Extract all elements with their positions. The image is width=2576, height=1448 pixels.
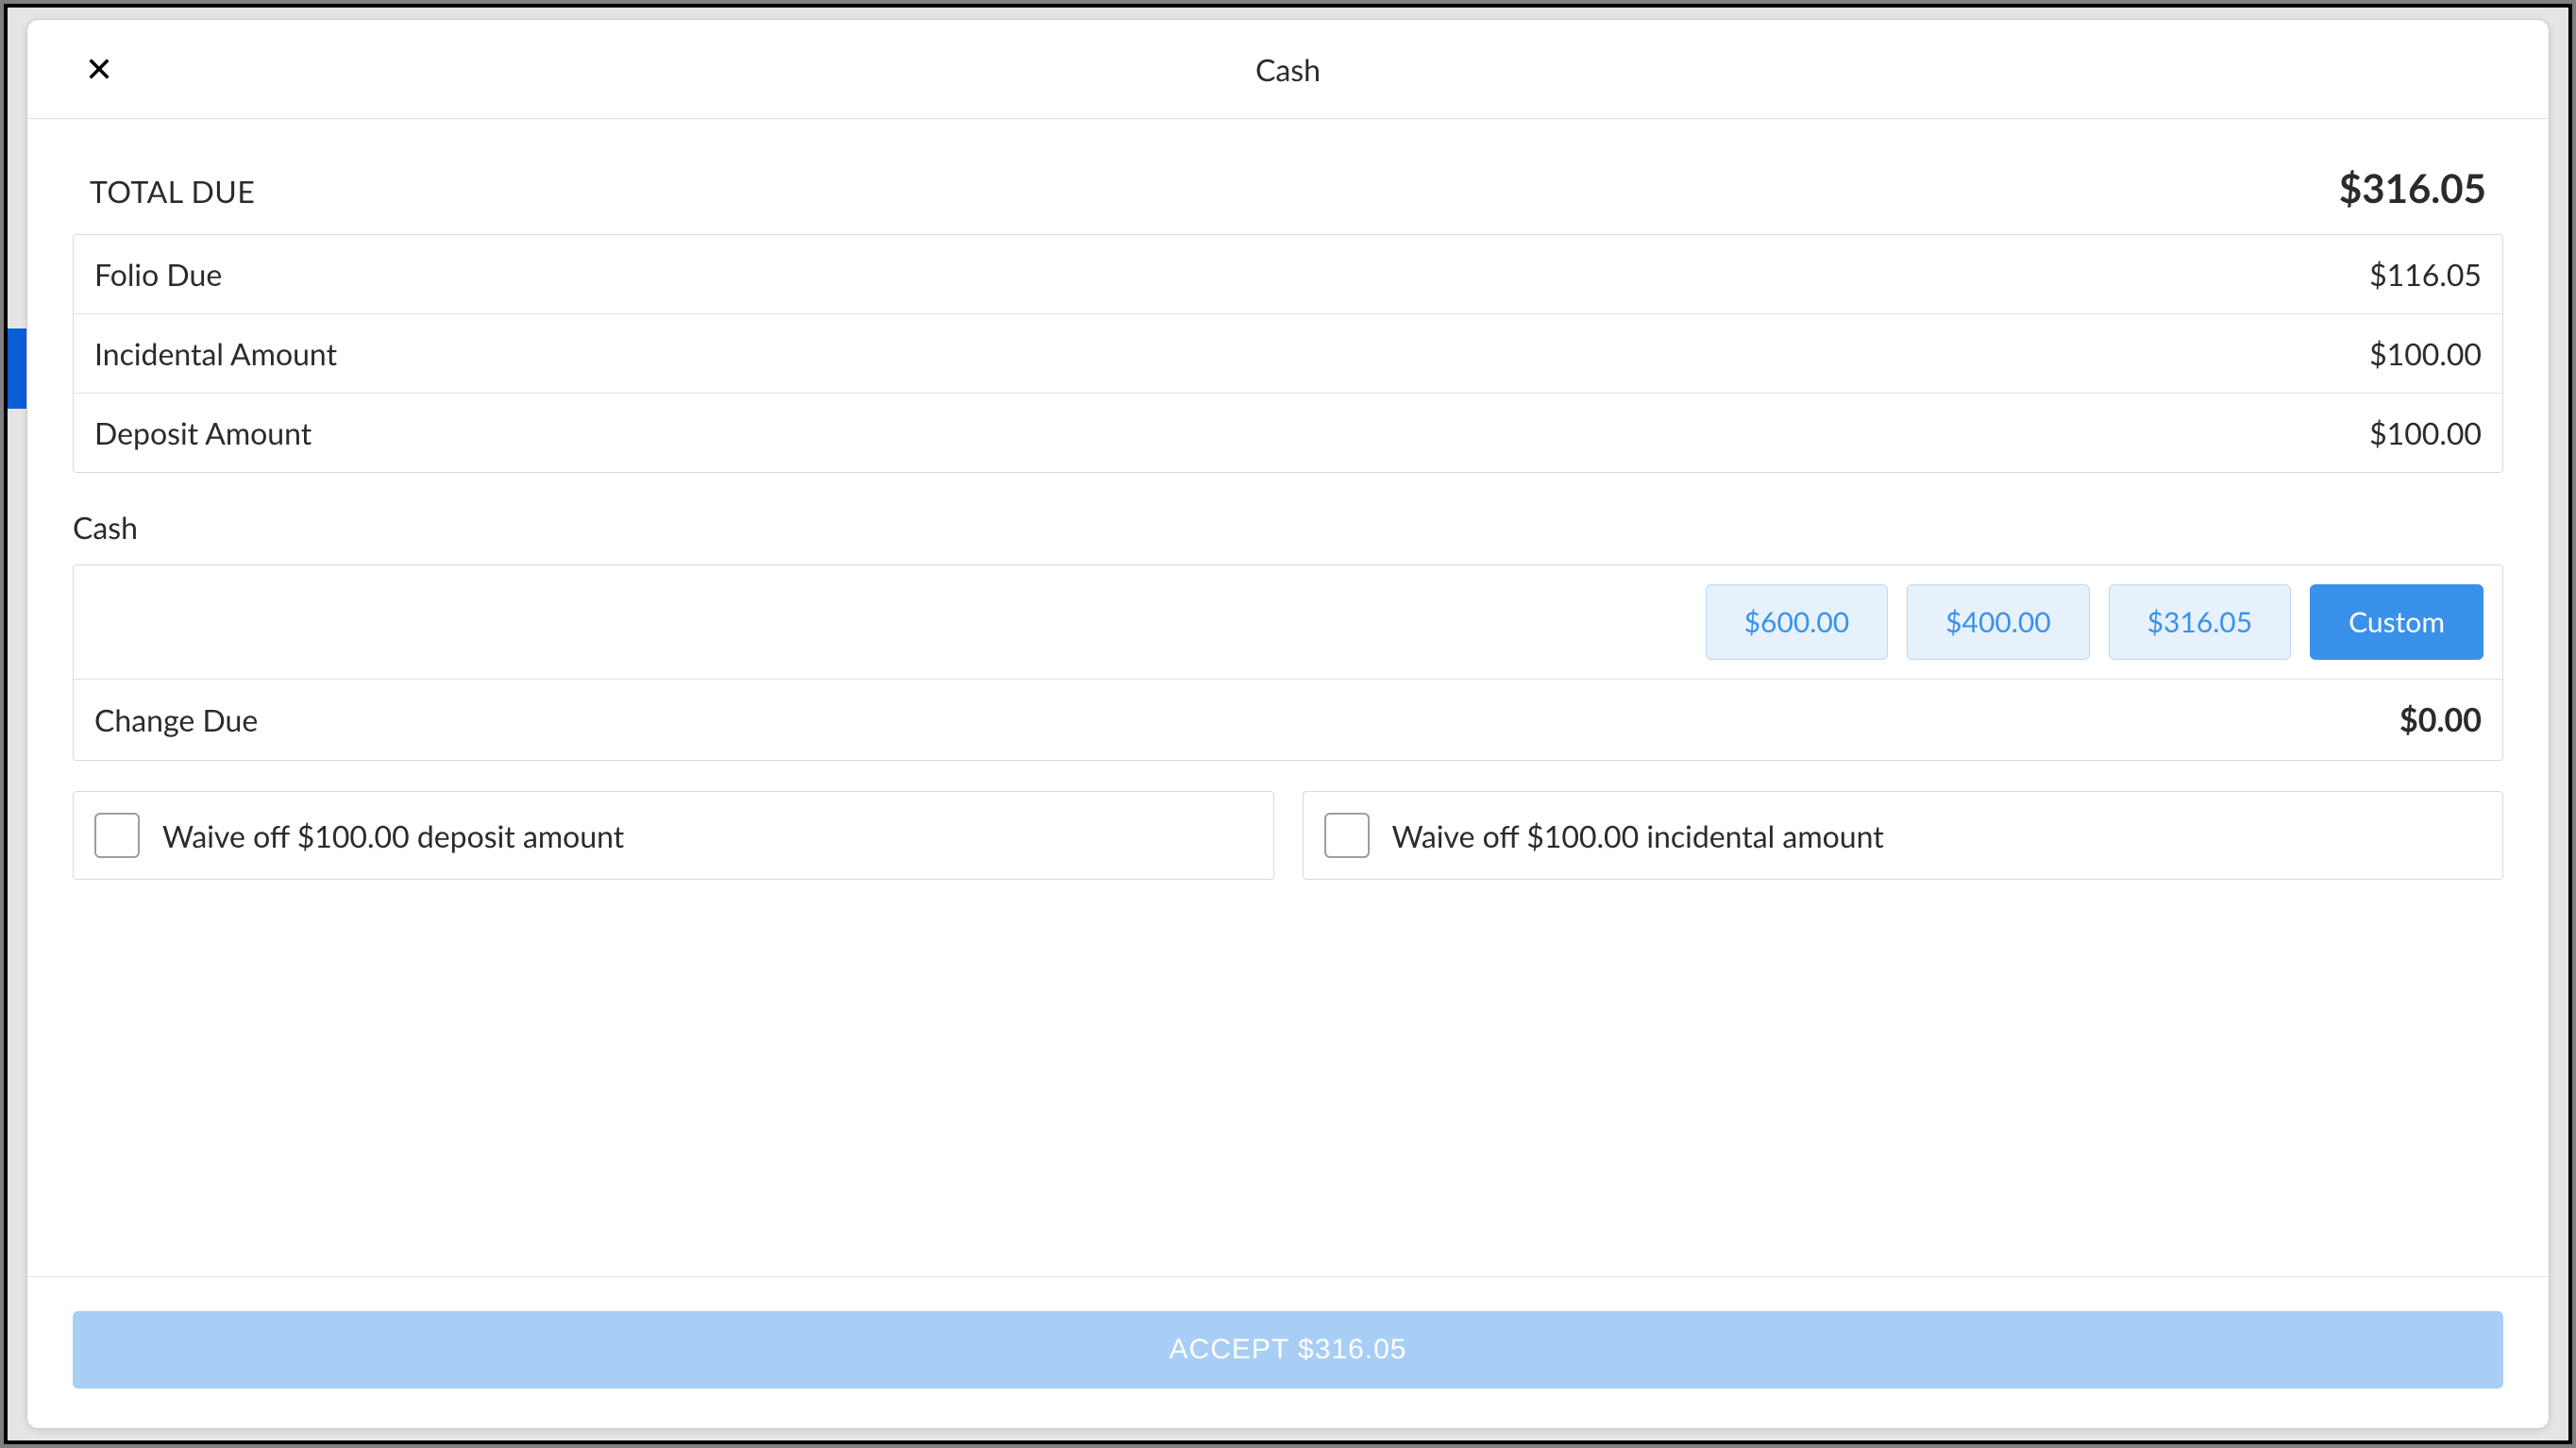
quick-amount-600[interactable]: $600.00 — [1706, 584, 1888, 660]
breakdown-value: $116.05 — [2369, 256, 2482, 293]
quick-amount-316[interactable]: $316.05 — [2109, 584, 2291, 660]
cash-payment-modal: Cash TOTAL DUE $316.05 Folio Due $116.05… — [26, 19, 2550, 1429]
waive-row: Waive off $100.00 deposit amount Waive o… — [73, 791, 2503, 880]
breakdown-row-folio: Folio Due $116.05 — [74, 235, 2502, 314]
waive-incidental-label: Waive off $100.00 incidental amount — [1392, 817, 1884, 854]
total-due-row: TOTAL DUE $316.05 — [73, 147, 2503, 234]
breakdown-row-incidental: Incidental Amount $100.00 — [74, 314, 2502, 394]
modal-footer: ACCEPT $316.05 — [27, 1276, 2549, 1428]
breakdown-list: Folio Due $116.05 Incidental Amount $100… — [73, 234, 2503, 473]
quick-amount-custom[interactable]: Custom — [2310, 584, 2483, 660]
modal-body: TOTAL DUE $316.05 Folio Due $116.05 Inci… — [27, 119, 2549, 1276]
breakdown-label: Incidental Amount — [94, 335, 337, 372]
waive-deposit-label: Waive off $100.00 deposit amount — [162, 817, 624, 854]
breakdown-row-deposit: Deposit Amount $100.00 — [74, 394, 2502, 472]
breakdown-value: $100.00 — [2369, 335, 2482, 372]
change-due-label: Change Due — [94, 701, 258, 738]
quick-amount-400[interactable]: $400.00 — [1907, 584, 2089, 660]
breakdown-label: Folio Due — [94, 256, 222, 293]
waive-deposit-checkbox[interactable] — [94, 813, 140, 858]
total-due-amount: $316.05 — [2339, 164, 2486, 211]
waive-deposit-card: Waive off $100.00 deposit amount — [73, 791, 1274, 880]
change-due-row: Change Due $0.00 — [74, 679, 2502, 760]
accept-button[interactable]: ACCEPT $316.05 — [73, 1311, 2503, 1389]
waive-incidental-checkbox[interactable] — [1324, 813, 1370, 858]
breakdown-value: $100.00 — [2369, 414, 2482, 451]
total-due-label: TOTAL DUE — [90, 173, 255, 210]
quick-amounts-row: $600.00 $400.00 $316.05 Custom — [74, 565, 2502, 679]
breakdown-label: Deposit Amount — [94, 414, 311, 451]
modal-header: Cash — [27, 20, 2549, 119]
cash-box: $600.00 $400.00 $316.05 Custom Change Du… — [73, 564, 2503, 761]
cash-section-label: Cash — [73, 509, 2503, 546]
waive-incidental-card: Waive off $100.00 incidental amount — [1303, 791, 2504, 880]
close-icon[interactable] — [84, 54, 114, 84]
modal-title: Cash — [1255, 51, 1321, 88]
change-due-amount: $0.00 — [2399, 700, 2482, 739]
